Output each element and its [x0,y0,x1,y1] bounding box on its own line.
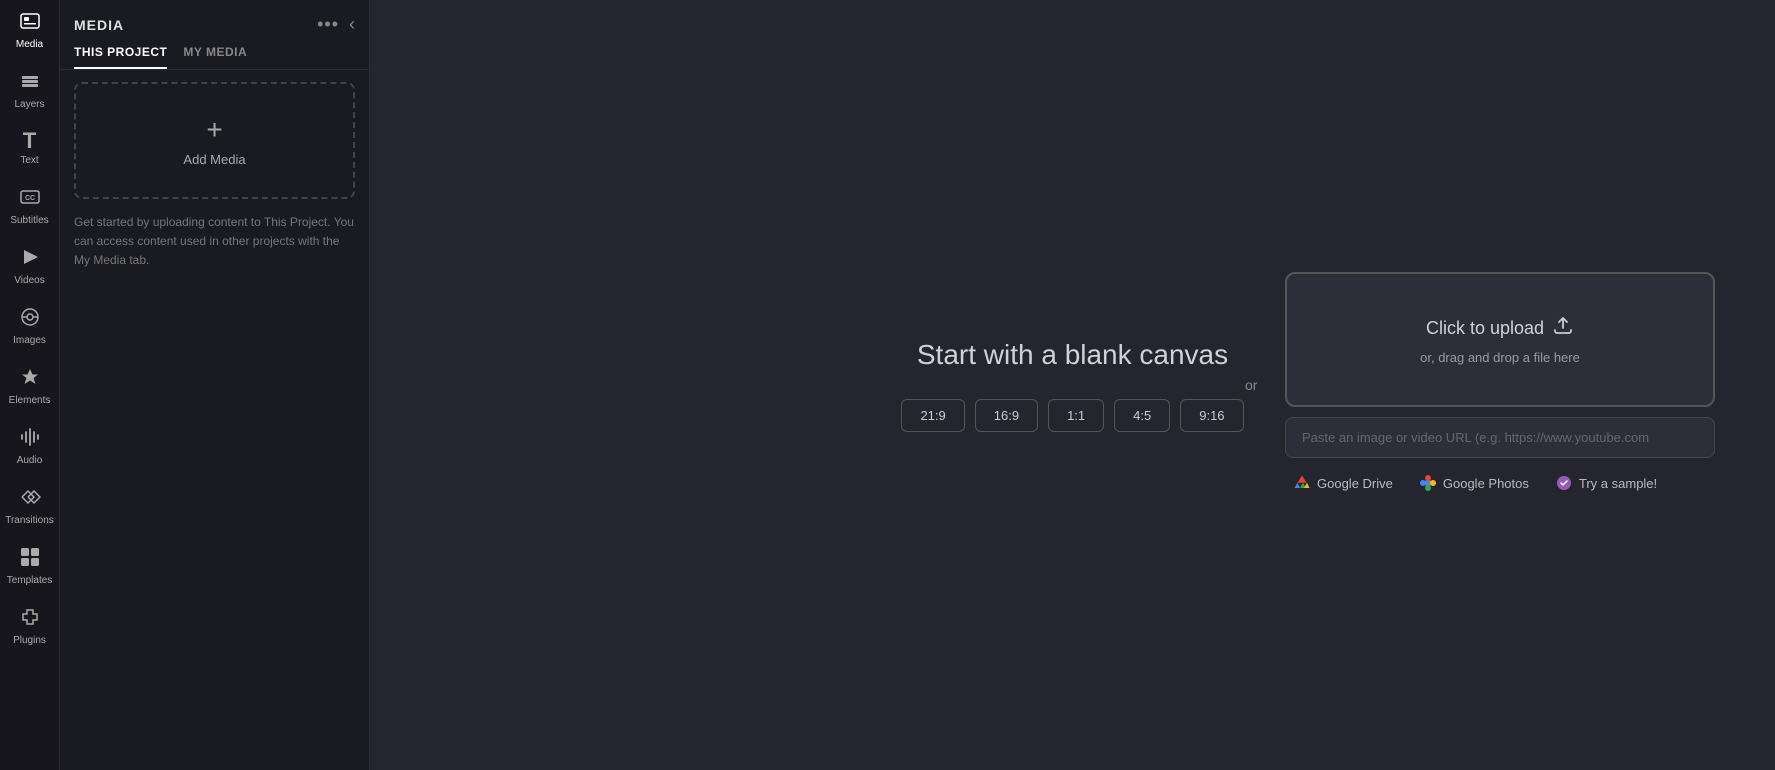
add-media-label: Add Media [183,152,245,167]
sidebar-label-subtitles: Subtitles [10,215,48,226]
media-panel-title: MEDIA [74,17,124,33]
ratio-9-16[interactable]: 9:16 [1180,399,1243,432]
images-icon [19,306,41,332]
plugins-icon [19,606,41,632]
google-drive-icon [1293,474,1311,492]
sidebar-item-audio[interactable]: Audio [0,416,59,476]
sidebar-item-videos[interactable]: Videos [0,236,59,296]
google-photos-button[interactable]: Google Photos [1411,470,1537,496]
sidebar-label-text: Text [20,155,38,166]
sidebar-item-transitions[interactable]: Transitions [0,476,59,536]
try-sample-icon [1555,474,1573,492]
sidebar-item-text[interactable]: T Text [0,120,59,176]
media-panel: MEDIA ••• ‹ THIS PROJECT MY MEDIA + Add … [60,0,370,770]
sidebar-item-plugins[interactable]: Plugins [0,596,59,656]
templates-icon [19,546,41,572]
icon-sidebar: Media Layers T Text CC Subtitles [0,0,60,770]
media-icon [19,10,41,36]
upload-icon [1552,314,1574,342]
sidebar-label-layers: Layers [14,99,44,110]
add-media-button[interactable]: + Add Media [74,82,355,199]
elements-icon [19,366,41,392]
upload-options: Google Drive Google Photos [1285,468,1715,498]
sidebar-label-transitions: Transitions [5,515,54,526]
more-options-button[interactable]: ••• [317,14,339,35]
google-photos-label: Google Photos [1443,476,1529,491]
sidebar-item-media[interactable]: Media [0,0,59,60]
sidebar-label-templates: Templates [7,575,53,586]
drag-drop-text: or, drag and drop a file here [1420,350,1580,365]
click-to-upload-label: Click to upload [1426,318,1544,339]
google-photos-icon [1419,474,1437,492]
upload-panel: or Click to upload or, drag and drop a f… [1285,272,1715,498]
tab-this-project[interactable]: THIS PROJECT [74,45,167,69]
sidebar-item-templates[interactable]: Templates [0,536,59,596]
url-input[interactable] [1285,417,1715,458]
sidebar-label-media: Media [16,39,43,50]
upload-click-text: Click to upload [1426,314,1574,342]
sidebar-item-layers[interactable]: Layers [0,60,59,120]
subtitles-icon: CC [19,186,41,212]
sidebar-label-videos: Videos [14,275,44,286]
sidebar-label-audio: Audio [17,455,43,466]
ratio-16-9[interactable]: 16:9 [975,399,1038,432]
ratio-4-5[interactable]: 4:5 [1114,399,1170,432]
transitions-icon [19,486,41,512]
videos-icon [19,246,41,272]
tab-my-media[interactable]: MY MEDIA [183,45,247,69]
sidebar-item-images[interactable]: Images [0,296,59,356]
collapse-panel-button[interactable]: ‹ [349,14,355,35]
or-text: or [1245,377,1257,393]
media-hint-text: Get started by uploading content to This… [74,213,355,271]
add-media-plus-icon: + [206,114,222,146]
media-panel-header: MEDIA ••• ‹ [60,0,369,45]
canvas-title: Start with a blank canvas [917,339,1228,371]
sidebar-item-elements[interactable]: Elements [0,356,59,416]
canvas-ratios: 21:9 16:9 1:1 4:5 9:16 [901,399,1243,432]
media-panel-body: + Add Media Get started by uploading con… [60,82,369,770]
sidebar-label-elements: Elements [9,395,51,406]
sidebar-item-subtitles[interactable]: CC Subtitles [0,176,59,236]
try-sample-button[interactable]: Try a sample! [1547,470,1665,496]
audio-icon [19,426,41,452]
layers-icon [19,70,41,96]
main-area: Start with a blank canvas 21:9 16:9 1:1 … [370,0,1775,770]
google-drive-button[interactable]: Google Drive [1285,470,1401,496]
google-drive-label: Google Drive [1317,476,1393,491]
try-sample-label: Try a sample! [1579,476,1657,491]
ratio-1-1[interactable]: 1:1 [1048,399,1104,432]
sidebar-label-images: Images [13,335,46,346]
svg-text:CC: CC [24,195,34,202]
ratio-21-9[interactable]: 21:9 [901,399,964,432]
upload-drop-zone[interactable]: Click to upload or, drag and drop a file… [1285,272,1715,407]
sidebar-label-plugins: Plugins [13,635,46,646]
text-icon: T [23,130,36,152]
media-tabs: THIS PROJECT MY MEDIA [60,45,369,70]
